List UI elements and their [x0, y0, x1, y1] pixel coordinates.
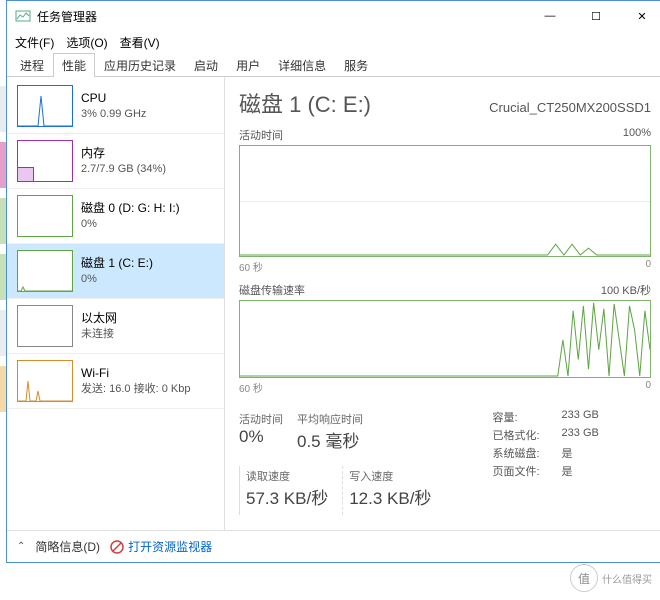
- page-title: 磁盘 1 (C: E:): [239, 87, 371, 119]
- ethernet-thumb-icon: [17, 305, 73, 347]
- stat-resp-label: 平均响应时间: [297, 411, 363, 427]
- sidebar-label: 磁盘 1 (C: E:): [81, 255, 153, 272]
- minimize-button[interactable]: —: [527, 1, 573, 31]
- active-time-chart[interactable]: [239, 145, 651, 257]
- resmon-icon: [110, 540, 124, 554]
- stat-active-val: 0%: [239, 427, 283, 447]
- close-button[interactable]: ✕: [619, 1, 660, 31]
- tab-services[interactable]: 服务: [335, 53, 377, 77]
- chart2-max: 100 KB/秒: [601, 282, 651, 298]
- chevron-up-icon[interactable]: ⌃: [17, 541, 25, 552]
- transfer-rate-chart[interactable]: [239, 300, 651, 378]
- tab-performance[interactable]: 性能: [53, 53, 95, 77]
- tab-bar: 进程 性能 应用历史记录 启动 用户 详细信息 服务: [7, 53, 660, 77]
- watermark-icon: 值: [570, 564, 598, 592]
- sidebar-label: 以太网: [81, 310, 117, 327]
- watermark: 值 什么值得买: [570, 564, 652, 592]
- sidebar-item-disk1[interactable]: 磁盘 1 (C: E:)0%: [7, 244, 224, 299]
- sidebar-item-disk0[interactable]: 磁盘 0 (D: G: H: I:)0%: [7, 189, 224, 244]
- chart2-label: 磁盘传输速率: [239, 282, 305, 298]
- sidebar-item-wifi[interactable]: Wi-Fi发送: 16.0 接收: 0 Kbp: [7, 354, 224, 409]
- chart1-label: 活动时间: [239, 127, 283, 143]
- cpu-thumb-icon: [17, 85, 73, 127]
- menu-options[interactable]: 选项(O): [66, 34, 107, 51]
- tab-startup[interactable]: 启动: [185, 53, 227, 77]
- tab-app-history[interactable]: 应用历史记录: [95, 53, 185, 77]
- stat-active-label: 活动时间: [239, 411, 283, 427]
- disk-thumb-icon: [17, 250, 73, 292]
- open-resmon-link[interactable]: 打开资源监视器: [110, 538, 212, 555]
- disk-model: Crucial_CT250MX200SSD1: [489, 100, 651, 115]
- tab-users[interactable]: 用户: [227, 53, 269, 77]
- stat-resp-val: 0.5 毫秒: [297, 427, 363, 452]
- sidebar-item-memory[interactable]: 内存2.7/7.9 GB (34%): [7, 134, 224, 189]
- disk-info-table: 容量:233 GB 已格式化:233 GB 系统磁盘:是 页面文件:是: [493, 409, 651, 523]
- sidebar-label: 磁盘 0 (D: G: H: I:): [81, 200, 180, 217]
- fewer-details-link[interactable]: 简略信息(D): [35, 538, 100, 555]
- stat-write-label: 写入速度: [349, 468, 431, 484]
- app-icon: [15, 8, 31, 24]
- menubar: 文件(F) 选项(O) 查看(V): [7, 31, 660, 53]
- sidebar-label: 内存: [81, 145, 166, 162]
- stat-read-label: 读取速度: [246, 468, 328, 484]
- titlebar[interactable]: 任务管理器 — ☐ ✕: [7, 1, 660, 31]
- sidebar-label: Wi-Fi: [81, 365, 190, 382]
- chart1-max: 100%: [623, 127, 651, 143]
- window-title: 任务管理器: [37, 8, 527, 25]
- maximize-button[interactable]: ☐: [573, 1, 619, 31]
- tab-details[interactable]: 详细信息: [269, 53, 335, 77]
- axis-left: 60 秒: [239, 259, 263, 274]
- memory-thumb-icon: [17, 140, 73, 182]
- footer: ⌃ 简略信息(D) 打开资源监视器: [7, 530, 660, 562]
- stat-read-val: 57.3 KB/秒: [246, 484, 328, 509]
- sidebar-label: CPU: [81, 90, 146, 107]
- disk-thumb-icon: [17, 195, 73, 237]
- task-manager-window: 任务管理器 — ☐ ✕ 文件(F) 选项(O) 查看(V) 进程 性能 应用历史…: [6, 0, 660, 563]
- wifi-thumb-icon: [17, 360, 73, 402]
- stat-write-val: 12.3 KB/秒: [349, 484, 431, 509]
- menu-file[interactable]: 文件(F): [15, 34, 54, 51]
- sidebar-item-ethernet[interactable]: 以太网未连接: [7, 299, 224, 354]
- menu-view[interactable]: 查看(V): [120, 34, 160, 51]
- main-panel: 磁盘 1 (C: E:) Crucial_CT250MX200SSD1 活动时间…: [225, 77, 660, 530]
- axis-right: 0: [645, 259, 651, 274]
- sidebar-item-cpu[interactable]: CPU3% 0.99 GHz: [7, 79, 224, 134]
- tab-processes[interactable]: 进程: [11, 53, 53, 77]
- sidebar: CPU3% 0.99 GHz 内存2.7/7.9 GB (34%) 磁盘 0 (…: [7, 77, 225, 530]
